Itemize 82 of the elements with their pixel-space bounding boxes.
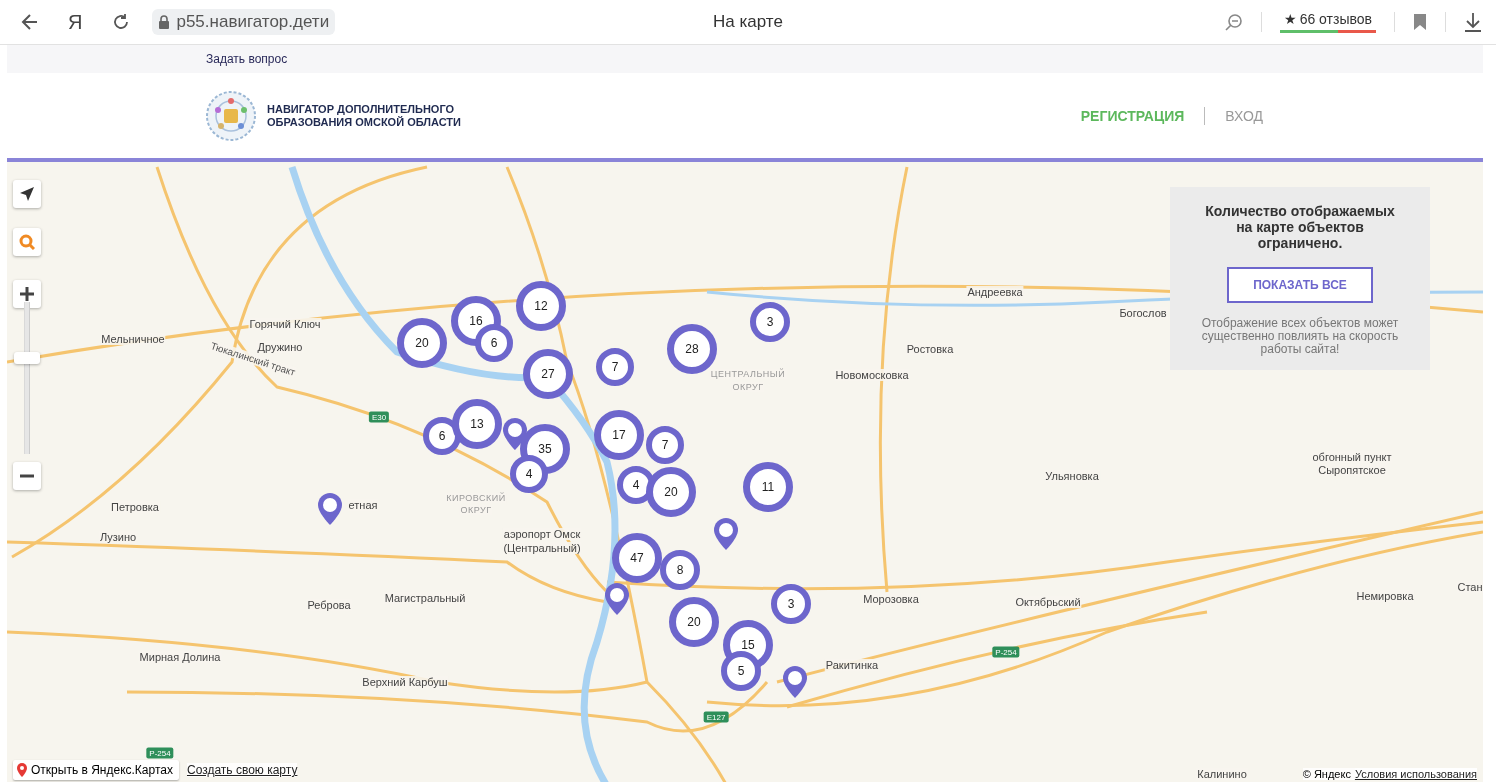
slider-thumb[interactable]: [14, 352, 40, 365]
cluster-marker[interactable]: 12: [516, 281, 566, 331]
plus-icon: [20, 287, 34, 301]
zoom-out-button[interactable]: [13, 462, 41, 490]
map-pin-icon[interactable]: [604, 582, 630, 616]
back-icon[interactable]: [20, 12, 40, 32]
place-label: Лузино: [98, 531, 138, 543]
district-label: ЦЕНТРАЛЬНЫЙ: [709, 369, 787, 379]
place-label: Ракитинка: [824, 659, 880, 671]
cluster-marker[interactable]: 7: [646, 426, 684, 464]
cluster-marker[interactable]: 7: [596, 348, 634, 386]
place-label: Мельничное: [100, 333, 166, 345]
notice-title: Количество отображаемых на карте объектов ограничено.: [1204, 203, 1396, 251]
cluster-marker[interactable]: 13: [452, 399, 502, 449]
cluster-marker[interactable]: 47: [612, 533, 662, 583]
place-label: Ульяновка: [1044, 470, 1100, 482]
place-label: Мирная Долина: [138, 651, 222, 663]
browser-logo[interactable]: Я: [68, 10, 83, 34]
address-field[interactable]: p55.навигатор.дети: [152, 9, 336, 35]
district-label: КИРОВСКИЙ: [445, 493, 507, 503]
cluster-marker[interactable]: 20: [669, 597, 719, 647]
place-label: Ростовка: [905, 343, 955, 355]
place-label: Андреевка: [966, 286, 1024, 298]
place-label: Петровка: [110, 501, 160, 513]
map-pin-icon[interactable]: [782, 665, 808, 699]
site-title: НАВИГАТОР ДОПОЛНИТЕЛЬНОГО ОБРАЗОВАНИЯ ОМСКОЙ ОБЛАСТИ: [267, 102, 461, 129]
terms-link[interactable]: Условия использования: [1354, 768, 1477, 780]
cluster-marker[interactable]: 4: [510, 455, 548, 493]
show-all-button[interactable]: ПОКАЗАТЬ ВСЕ: [1227, 267, 1373, 303]
road-number: P-254: [992, 646, 1020, 658]
location-pin-icon: [17, 763, 27, 777]
cluster-marker[interactable]: 17: [594, 410, 644, 460]
place-label: Богослов: [1118, 307, 1168, 319]
place-label: (Центральный): [502, 542, 582, 554]
bookmark-icon[interactable]: [1413, 13, 1427, 31]
search-button[interactable]: [13, 228, 41, 256]
place-label: Калинино: [1196, 768, 1248, 780]
place-label: обгонный пункт: [1311, 451, 1393, 463]
map-pin-icon[interactable]: [713, 517, 739, 551]
search-icon: [19, 234, 35, 250]
cluster-marker[interactable]: 5: [721, 651, 761, 691]
cluster-marker[interactable]: 20: [397, 318, 447, 368]
lock-icon: [158, 14, 171, 30]
place-label: Верхний Карбуш: [361, 676, 449, 688]
rating-button[interactable]: ★ 66 отзывов: [1279, 11, 1376, 33]
road-number: P-254: [146, 747, 174, 759]
map-pin-icon[interactable]: [317, 492, 343, 526]
create-map-link[interactable]: Создать свою карту: [186, 763, 298, 777]
place-label: Морозовка: [862, 593, 920, 605]
place-label: Новомосковка: [834, 369, 910, 381]
reload-icon[interactable]: [112, 13, 131, 31]
cluster-marker[interactable]: 8: [660, 550, 700, 590]
place-label: Стан: [1456, 581, 1483, 593]
ask-question-link[interactable]: Задать вопрос: [206, 52, 288, 66]
road-number: E30: [368, 411, 390, 423]
cluster-marker[interactable]: 28: [667, 324, 717, 374]
place-label: Сыропятское: [1317, 464, 1387, 476]
cluster-marker[interactable]: 27: [523, 349, 573, 399]
arrow-icon: [19, 186, 35, 202]
place-label: Реброва: [306, 599, 352, 611]
place-label: Октябрьский: [1014, 596, 1082, 608]
open-in-maps-button[interactable]: Открыть в Яндекс.Картах: [13, 760, 179, 780]
cluster-marker[interactable]: 20: [646, 467, 696, 517]
place-label: Горячий Ключ: [248, 318, 322, 330]
cluster-marker[interactable]: 6: [475, 324, 513, 362]
place-label: Немировка: [1355, 590, 1415, 602]
emblem-logo: [205, 89, 257, 142]
locate-button[interactable]: [13, 180, 41, 208]
page-title: На карте: [713, 12, 783, 31]
copyright-text: © Яндекс: [1302, 768, 1351, 780]
download-icon[interactable]: [1464, 12, 1482, 32]
road-number: E127: [703, 711, 729, 723]
place-label: аэропорт Омск: [502, 528, 582, 540]
cluster-marker[interactable]: 3: [771, 584, 811, 624]
notice-text: Отображение всех объектов может существенно повлиять на скорость работы сайта!: [1200, 317, 1400, 356]
place-label: Магистральный: [383, 592, 467, 604]
cluster-marker[interactable]: 11: [743, 462, 793, 512]
district-label: ОКРУГ: [731, 382, 765, 392]
minus-icon: [20, 474, 34, 478]
zoom-out-icon[interactable]: [1224, 13, 1243, 31]
cluster-marker[interactable]: 3: [750, 302, 790, 342]
district-label: ОКРУГ: [459, 505, 493, 515]
